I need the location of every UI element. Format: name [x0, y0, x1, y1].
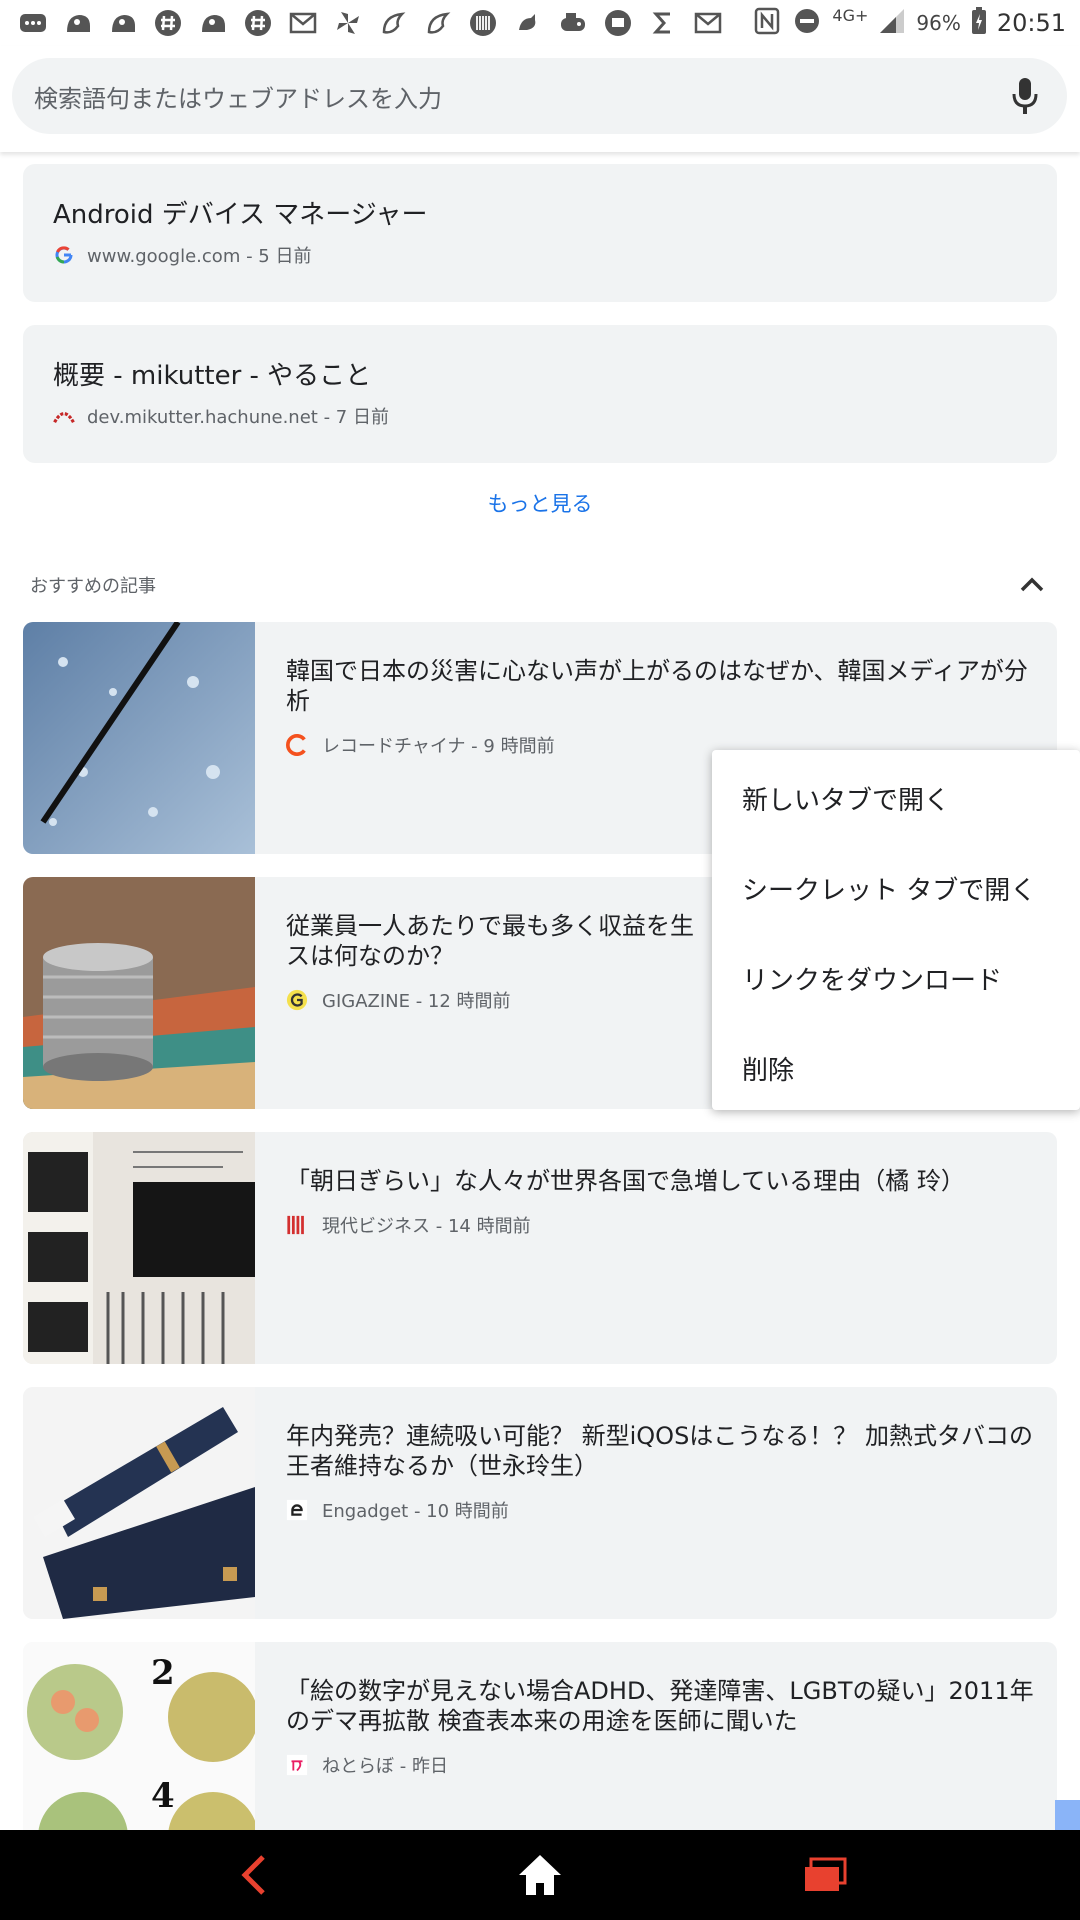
gmail-icon: [693, 8, 723, 38]
gendai-icon: [286, 1214, 308, 1236]
history-meta: www.google.com - 5 日前: [87, 246, 312, 267]
svg-text:4: 4: [151, 1776, 175, 1816]
menu-download-link[interactable]: リンクをダウンロード: [742, 960, 1002, 997]
history-title: 概要 - mikutter - やること: [53, 361, 372, 391]
section-title: おすすめの記事: [30, 576, 156, 597]
article-thumbnail: [23, 1132, 255, 1364]
article-thumbnail: [23, 877, 255, 1109]
home-icon[interactable]: [510, 1845, 570, 1905]
menu-open-new-tab[interactable]: 新しいタブで開く: [742, 780, 950, 817]
notification-icons: [18, 8, 723, 38]
recordchina-icon: [286, 734, 308, 756]
history-item[interactable]: 概要 - mikutter - やること dev.mikutter.hachun…: [23, 325, 1057, 463]
more-button[interactable]: もっと見る: [0, 488, 1080, 518]
hash-icon: [243, 8, 273, 38]
leaf-icon: [378, 8, 408, 38]
article-card[interactable]: 「朝日ぎらい」な人々が世界各国で急増している理由（橘 玲） 現代ビジネス - 1…: [23, 1132, 1057, 1364]
menu-open-incognito-tab[interactable]: シークレット タブで開く: [742, 870, 1036, 907]
engadget-icon: [286, 1499, 308, 1521]
cat-icon: [108, 8, 138, 38]
bird-icon: [513, 8, 543, 38]
barcode-icon: [468, 8, 498, 38]
article-title: 年内発売？連続吸い可能？ 新型iQOSはこうなる！？ 加熱式タバコの王者維持なる…: [286, 1422, 1033, 1480]
battery-icon: [971, 6, 987, 40]
google-icon: [53, 244, 75, 266]
svg-text:2: 2: [151, 1653, 175, 1693]
status-bar: 4G+ 96% 20:51: [0, 0, 1080, 46]
search-placeholder: 検索語句またはウェブアドレスを入力: [34, 84, 442, 113]
leaf-icon: [423, 8, 453, 38]
status-right: 4G+ 96% 20:51: [752, 6, 1066, 41]
article-title-line1: 従業員一人あたりで最も多く収益を生: [286, 912, 694, 940]
clock: 20:51: [996, 9, 1066, 37]
signal-icon: [878, 7, 906, 40]
context-menu: 新しいタブで開く シークレット タブで開く リンクをダウンロード 削除: [712, 750, 1080, 1110]
article-meta: 現代ビジネス - 14 時間前: [322, 1216, 531, 1237]
gigazine-icon: [286, 989, 308, 1011]
search-input[interactable]: 検索語句またはウェブアドレスを入力: [12, 58, 1067, 134]
article-meta: Engadget - 10 時間前: [322, 1501, 509, 1522]
article-meta-row: ねとらぼ - 昨日: [286, 1752, 448, 1778]
cat-icon: [63, 8, 93, 38]
article-meta-row: レコードチャイナ - 9 時間前: [286, 732, 555, 758]
menu-remove[interactable]: 削除: [742, 1050, 794, 1087]
history-meta-row: www.google.com - 5 日前: [53, 242, 311, 268]
network-type: 4G+: [832, 5, 869, 25]
tv-icon: [603, 8, 633, 38]
article-title-line2: スは何なのか？: [286, 942, 454, 970]
scroll-edge-indicator: [1055, 1800, 1080, 1830]
article-meta-row: Engadget - 10 時間前: [286, 1497, 509, 1523]
article-thumbnail: [23, 1387, 255, 1619]
article-card[interactable]: 年内発売？連続吸い可能？ 新型iQOSはこうなる！？ 加熱式タバコの王者維持なる…: [23, 1387, 1057, 1619]
article-title: 「絵の数字が見えない場合ADHD、発達障害、LGBTの疑い」2011年のデマ再拡…: [286, 1677, 1034, 1735]
history-title: Android デバイス マネージャー: [53, 200, 428, 230]
article-meta-row: GIGAZINE - 12 時間前: [286, 987, 511, 1013]
back-icon[interactable]: [225, 1845, 285, 1905]
game-icon: [558, 8, 588, 38]
toolbar: 検索語句またはウェブアドレスを入力: [0, 46, 1080, 152]
article-thumbnail: [23, 622, 255, 854]
recents-icon[interactable]: [795, 1845, 855, 1905]
history-meta-row: dev.mikutter.hachune.net - 7 日前: [53, 403, 389, 429]
article-title: 韓国で日本の災害に心ない声が上がるのはなぜか、韓国メディアが分析: [286, 657, 1028, 715]
nfc-icon: [752, 6, 782, 41]
battery-percent: 96%: [916, 11, 961, 35]
history-item[interactable]: Android デバイス マネージャー www.google.com - 5 日…: [23, 164, 1057, 302]
mic-icon[interactable]: [1005, 76, 1045, 116]
pinwheel-icon: [333, 8, 363, 38]
article-meta-row: 現代ビジネス - 14 時間前: [286, 1212, 531, 1238]
article-title: 「朝日ぎらい」な人々が世界各国で急増している理由（橘 玲）: [286, 1167, 965, 1195]
chat-icon: [18, 8, 48, 38]
dnd-icon: [792, 6, 822, 41]
s-icon: [648, 8, 678, 38]
article-meta: レコードチャイナ - 9 時間前: [322, 736, 555, 757]
gmail-icon: [288, 8, 318, 38]
article-meta: GIGAZINE - 12 時間前: [322, 991, 511, 1012]
history-meta: dev.mikutter.hachune.net - 7 日前: [87, 407, 389, 428]
chevron-up-icon[interactable]: [1014, 566, 1050, 602]
mikutter-icon: [53, 405, 75, 427]
article-meta: ねとらぼ - 昨日: [322, 1756, 448, 1777]
hash-icon: [153, 8, 183, 38]
system-nav-bar: [0, 1830, 1080, 1920]
cat-icon: [198, 8, 228, 38]
netorabo-icon: [286, 1754, 308, 1776]
